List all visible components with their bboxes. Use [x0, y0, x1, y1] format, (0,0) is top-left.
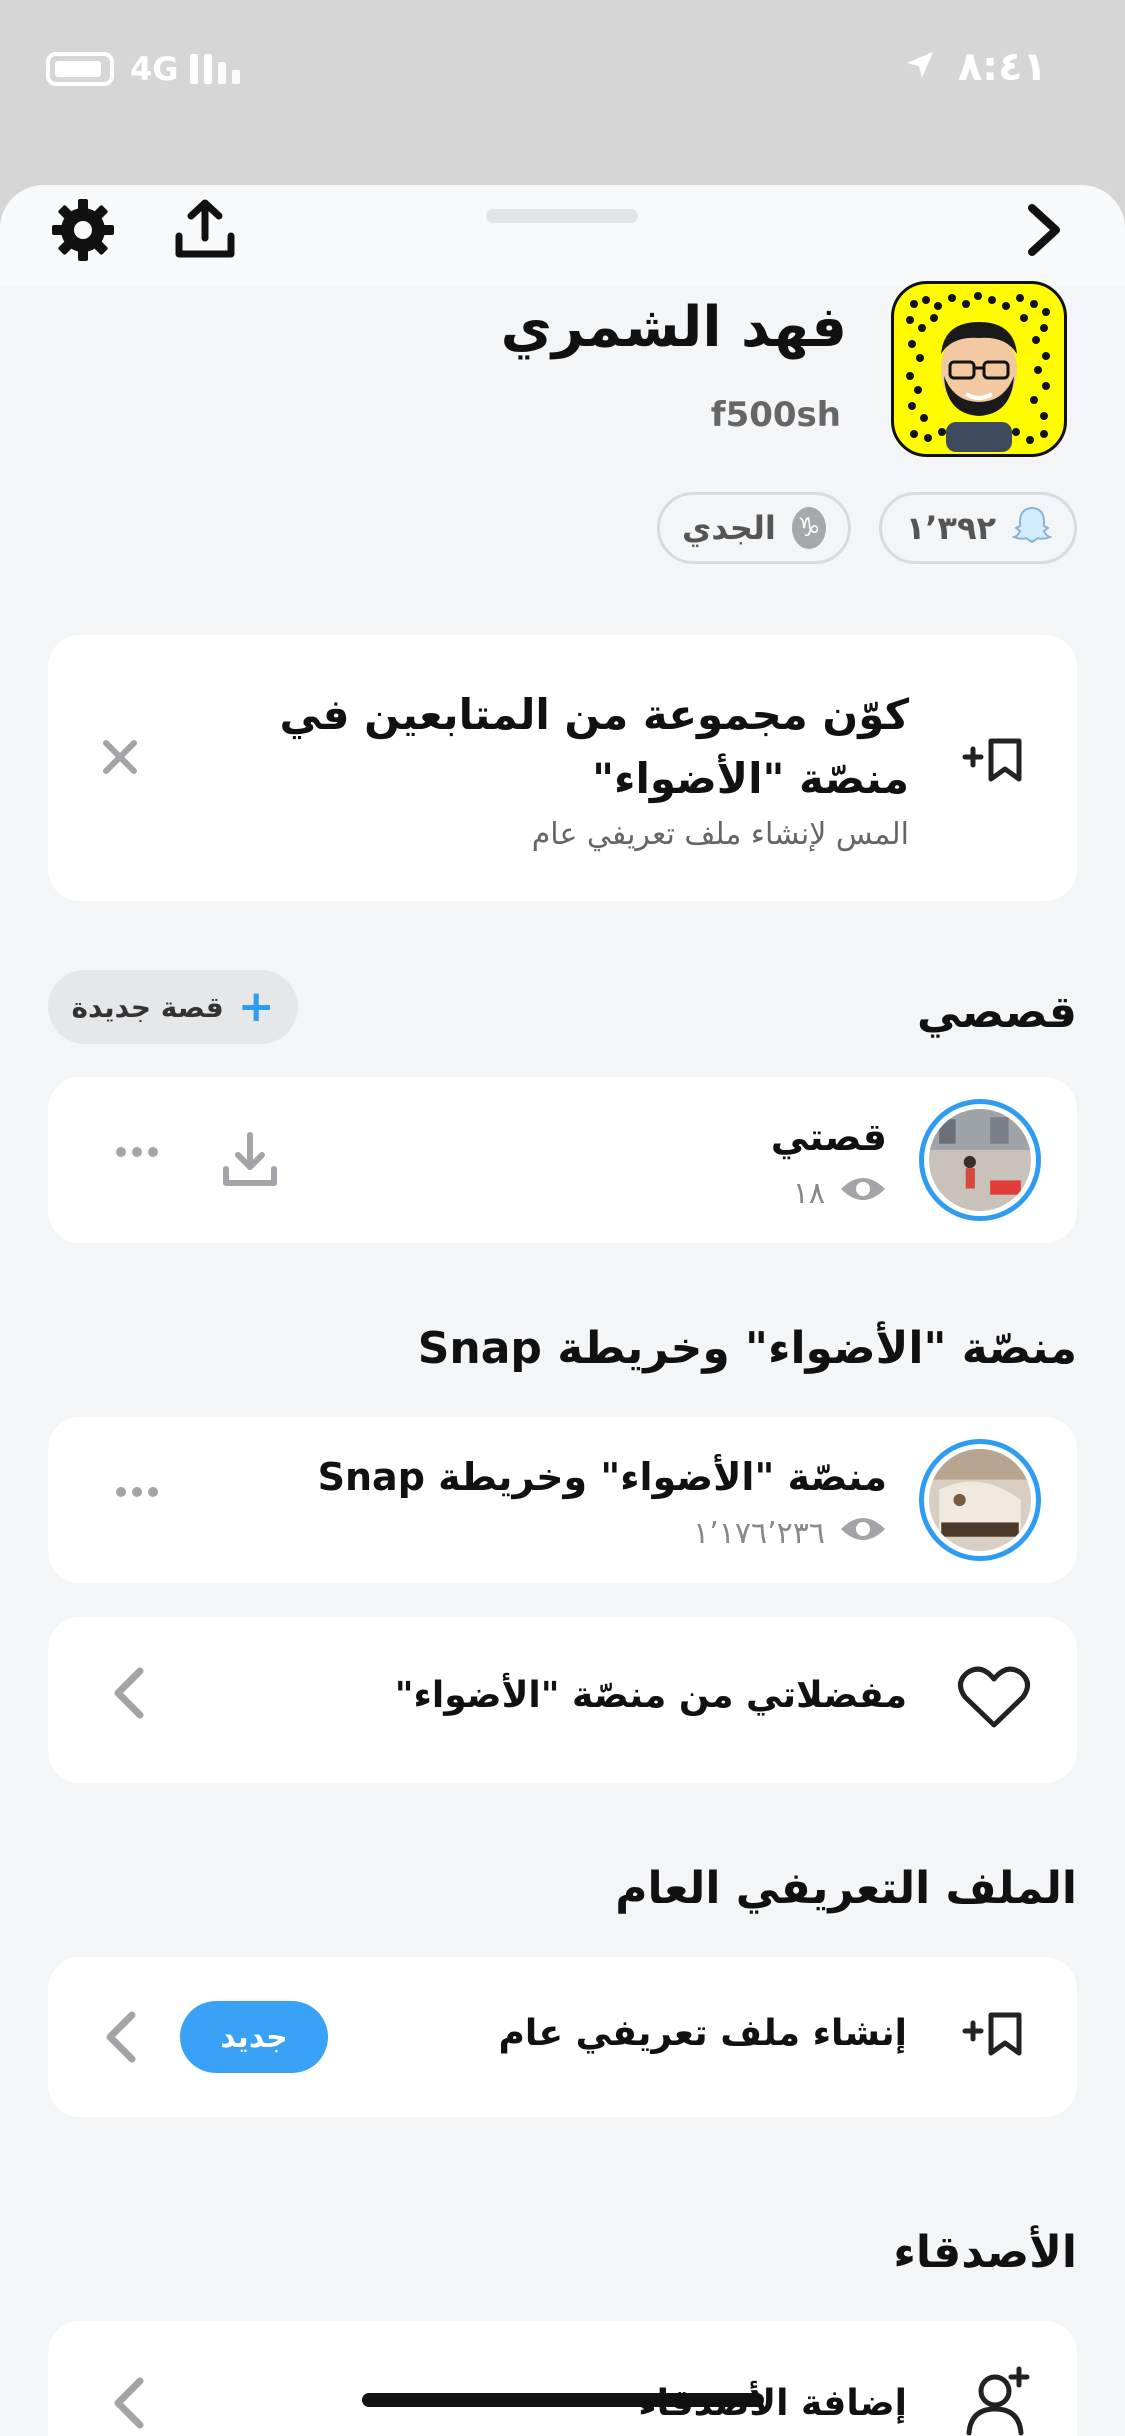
eye-icon — [839, 1173, 887, 1213]
status-time: ٨:٤١ — [957, 44, 1047, 90]
profile-sheet: فهد الشمري f500sh ١٬٣٩٢ ♑ الجدي كوّن مجم… — [0, 185, 1125, 2436]
snap-score: ١٬٣٩٢ — [905, 509, 996, 547]
display-name: فهد الشمري — [500, 295, 847, 360]
story-view-count: ١٨ — [792, 1175, 825, 1211]
signal-icon — [190, 54, 240, 84]
home-indicator[interactable] — [362, 2393, 764, 2407]
status-bar: 4G ٨:٤١ — [0, 0, 1125, 140]
chevron-left-icon — [104, 2011, 138, 2067]
spotlight-views: ١٬١٧٦٬٢٣٦ — [693, 1513, 887, 1553]
story-row[interactable]: قصتي ١٨ — [48, 1077, 1077, 1243]
spotlight-thumbnail — [919, 1439, 1041, 1561]
plus-icon: + — [237, 981, 275, 1032]
new-story-label: قصة جديدة — [71, 990, 224, 1024]
create-public-profile-label: إنشاء ملف تعريفي عام — [498, 2013, 907, 2054]
more-options-icon[interactable] — [116, 1487, 158, 1497]
snap-score-pill[interactable]: ١٬٣٩٢ — [879, 492, 1077, 564]
spotlight-favorites-row[interactable]: مفضلاتي من منصّة "الأضواء" — [48, 1617, 1077, 1783]
section-title-stories: قصصي — [916, 987, 1077, 1038]
banner-subtitle: المس لإنشاء ملف تعريفي عام — [531, 817, 909, 852]
ghost-icon — [1010, 504, 1054, 552]
add-friends-row[interactable]: إضافة الأصدقاء — [48, 2321, 1077, 2436]
chevron-left-icon — [112, 1667, 146, 1723]
banner-title: كوّن مجموعة من المتابعين في منصّة "الأضو… — [279, 690, 909, 803]
more-options-icon[interactable] — [116, 1147, 158, 1157]
public-profile-banner[interactable]: كوّن مجموعة من المتابعين في منصّة "الأضو… — [48, 635, 1077, 901]
chevron-right-icon[interactable] — [1009, 185, 1079, 275]
sheet-header — [0, 185, 1125, 285]
story-title: قصتي — [770, 1115, 887, 1159]
story-views: ١٨ — [793, 1173, 887, 1213]
chevron-left-icon — [112, 2377, 146, 2433]
spotlight-row[interactable]: منصّة "الأضواء" وخريطة Snap ١٬١٧٦٬٢٣٦ — [48, 1417, 1077, 1583]
add-friend-icon — [959, 2365, 1031, 2436]
new-story-button[interactable]: + قصة جديدة — [48, 970, 298, 1044]
network-type: 4G — [130, 50, 179, 88]
new-badge: جديد — [180, 2001, 328, 2073]
bookmark-plus-icon — [961, 735, 1031, 789]
zodiac-label: الجدي — [682, 509, 776, 547]
share-icon[interactable] — [168, 185, 242, 275]
capricorn-icon: ♑ — [791, 507, 826, 549]
gear-icon[interactable] — [46, 185, 120, 275]
zodiac-pill[interactable]: ♑ الجدي — [657, 492, 851, 564]
story-thumbnail — [919, 1099, 1041, 1221]
favorites-label: مفضلاتي من منصّة "الأضواء" — [394, 1675, 907, 1716]
drag-handle[interactable] — [486, 209, 638, 223]
heart-icon — [957, 1665, 1031, 1735]
username: f500sh — [710, 395, 841, 435]
battery-icon — [46, 52, 114, 86]
eye-icon — [839, 1513, 887, 1553]
spotlight-title: منصّة "الأضواء" وخريطة Snap — [317, 1455, 887, 1499]
section-title-spotlight: منصّة "الأضواء" وخريطة Snap — [417, 1323, 1077, 1374]
snapcode-avatar[interactable] — [891, 281, 1067, 457]
download-icon[interactable] — [220, 1129, 280, 1193]
section-title-public-profile: الملف التعريفي العام — [615, 1863, 1077, 1914]
bookmark-plus-icon — [961, 2009, 1031, 2063]
section-title-friends: الأصدقاء — [893, 2227, 1077, 2278]
close-icon[interactable] — [98, 735, 142, 783]
spotlight-view-count: ١٬١٧٦٬٢٣٦ — [693, 1515, 825, 1551]
create-public-profile-row[interactable]: إنشاء ملف تعريفي عام جديد — [48, 1957, 1077, 2117]
location-arrow-icon — [905, 50, 935, 84]
